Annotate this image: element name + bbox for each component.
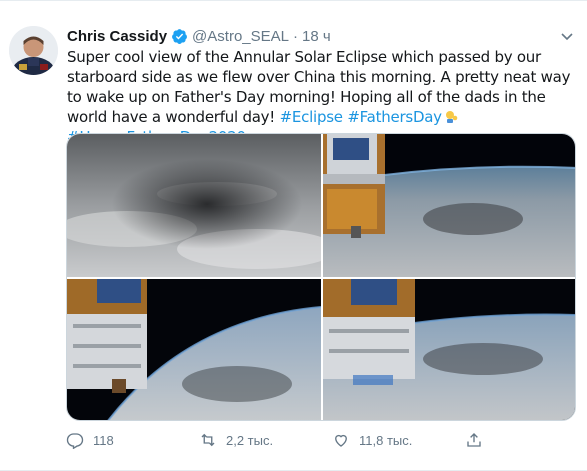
tweet-text: Super cool view of the Annular Solar Ecl… xyxy=(67,47,577,147)
reply-icon xyxy=(66,433,84,449)
like-count: 11,8 тыс. xyxy=(359,432,413,448)
photo-2[interactable] xyxy=(323,134,575,277)
author-name[interactable]: Chris Cassidy xyxy=(67,28,167,45)
author-handle[interactable]: @Astro_SEAL xyxy=(192,28,289,45)
tweet-actions: 118 2,2 тыс. 11,8 тыс. xyxy=(66,429,576,451)
hashtag-fathersday[interactable]: #FathersDay xyxy=(347,108,442,126)
share-icon xyxy=(467,433,481,447)
hashtag-eclipse[interactable]: #Eclipse xyxy=(280,108,343,126)
retweet-count: 2,2 тыс. xyxy=(226,432,274,448)
separator-dot: · xyxy=(292,27,298,45)
photo-grid xyxy=(66,133,576,421)
tweet-card[interactable]: Chris Cassidy @Astro_SEAL · 18 ч Super c… xyxy=(0,0,587,471)
retweet-button[interactable]: 2,2 тыс. xyxy=(199,429,332,451)
reply-button[interactable]: 118 xyxy=(66,429,199,451)
share-button[interactable] xyxy=(465,429,505,451)
father-emoji-icon xyxy=(444,109,458,123)
tweet-header: Chris Cassidy @Astro_SEAL · 18 ч xyxy=(67,26,331,46)
retweet-icon xyxy=(201,433,215,447)
tweet-timestamp[interactable]: 18 ч xyxy=(302,28,331,45)
like-button[interactable]: 11,8 тыс. xyxy=(332,429,465,451)
photo-1[interactable] xyxy=(67,134,321,277)
photo-4[interactable] xyxy=(323,279,575,420)
photo-3[interactable] xyxy=(67,279,321,420)
heart-icon xyxy=(335,434,347,447)
verified-badge-icon xyxy=(171,28,188,45)
avatar[interactable] xyxy=(9,26,58,75)
chevron-down-icon[interactable] xyxy=(559,28,575,44)
reply-count: 118 xyxy=(93,432,114,448)
